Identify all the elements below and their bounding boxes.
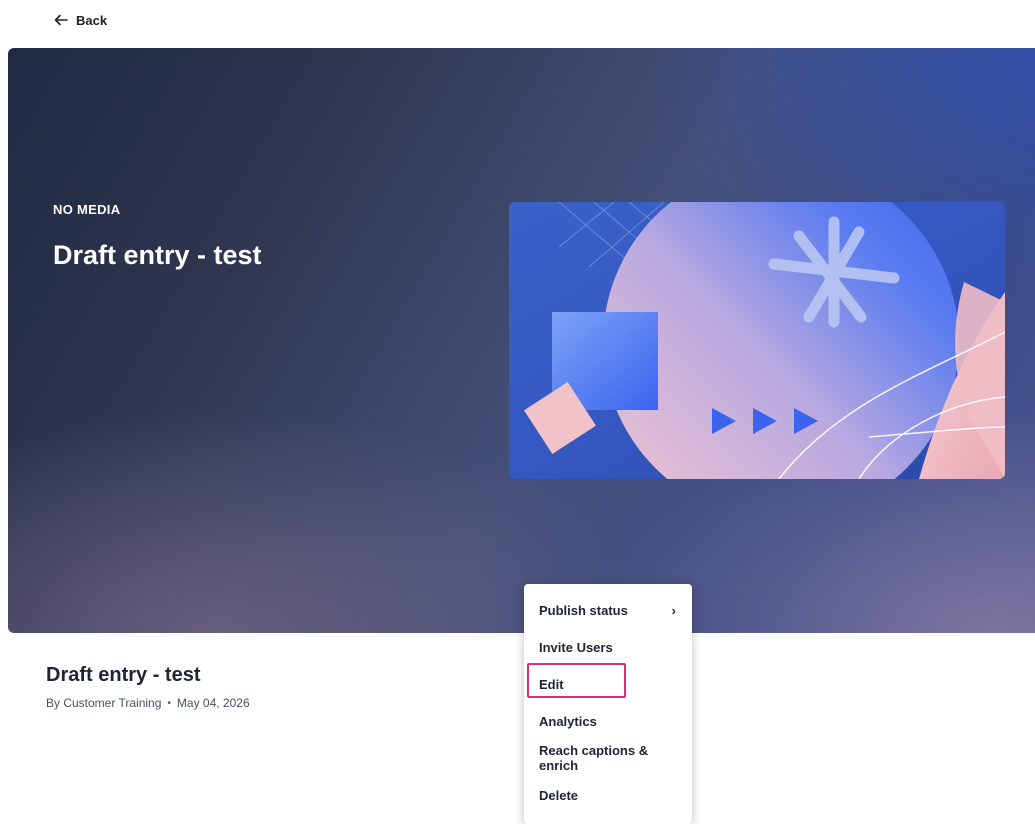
menu-item-reach-captions[interactable]: Reach captions & enrich: [524, 741, 692, 775]
hero-title: Draft entry - test: [53, 240, 262, 270]
entry-date: May 04, 2026: [176, 696, 250, 710]
entry-meta: By Customer Training • May 04, 2026: [46, 696, 250, 710]
meta-separator: •: [167, 697, 171, 709]
back-link[interactable]: Back: [54, 10, 107, 30]
chevron-right-icon: ›: [671, 602, 676, 618]
entry-author: By Customer Training: [46, 696, 162, 710]
media-type-label: NO MEDIA: [53, 202, 121, 217]
actions-menu: Publish status › Invite Users Edit Analy…: [524, 584, 692, 824]
entry-thumbnail: [509, 202, 1005, 479]
menu-item-publish-status[interactable]: Publish status ›: [524, 593, 692, 627]
menu-item-label: Invite Users: [539, 639, 613, 655]
menu-item-label: Analytics: [539, 713, 597, 729]
back-label: Back: [76, 12, 108, 28]
menu-item-label: Delete: [539, 787, 579, 803]
menu-item-edit[interactable]: Edit: [524, 667, 692, 701]
menu-item-analytics[interactable]: Analytics: [524, 704, 692, 738]
hero-banner: NO MEDIA Draft entry - test: [8, 48, 1035, 633]
menu-item-delete[interactable]: Delete: [524, 778, 692, 812]
entry-title: Draft entry - test: [46, 664, 201, 686]
menu-item-invite-users[interactable]: Invite Users: [524, 630, 692, 664]
arrow-left-icon: [54, 14, 68, 26]
menu-item-label: Edit: [539, 676, 564, 692]
menu-item-label: Reach captions & enrich: [539, 743, 649, 773]
menu-item-label: Publish status: [539, 602, 628, 618]
